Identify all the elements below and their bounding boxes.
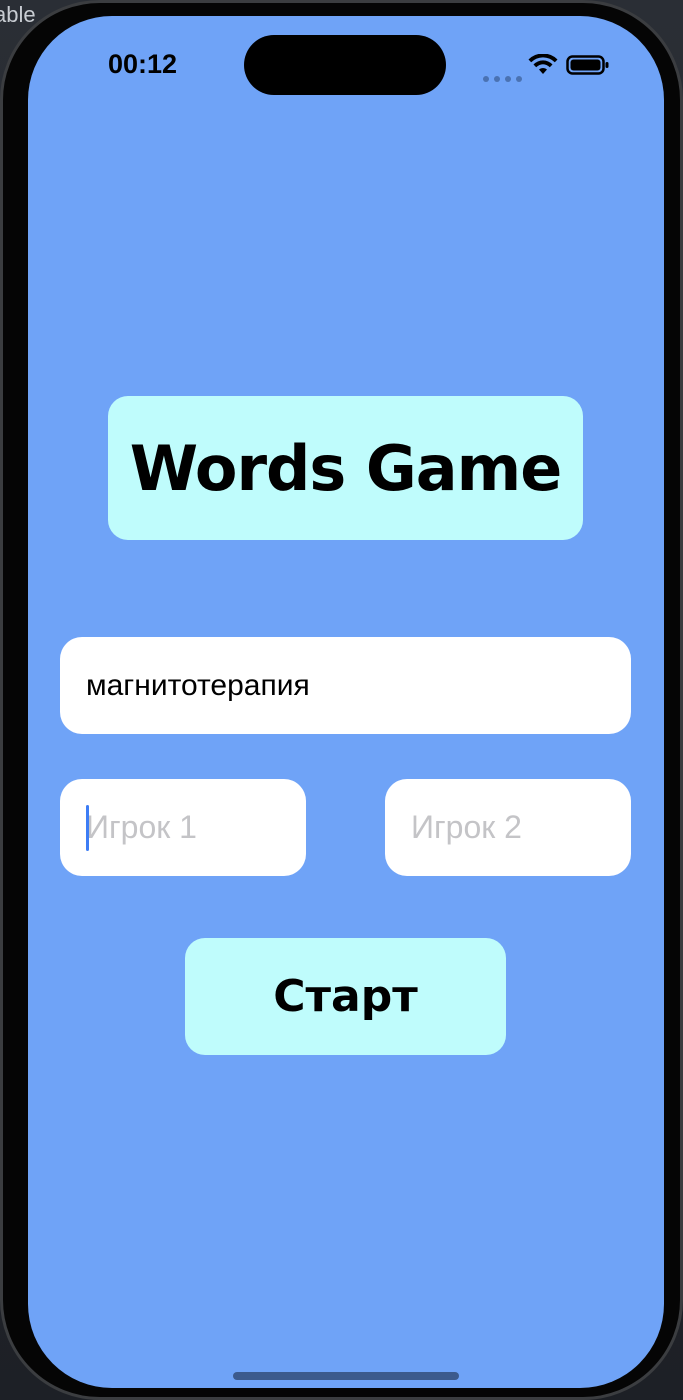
app-screen: 00:12 Words Game магнитотерапия Игрок 1 … (28, 16, 664, 1388)
battery-icon (566, 55, 609, 75)
status-time: 00:12 (108, 49, 178, 79)
start-button[interactable]: Старт (185, 938, 506, 1055)
player1-input[interactable]: Игрок 1 (60, 779, 306, 876)
text-caret (86, 805, 89, 851)
start-button-label: Старт (273, 971, 418, 1022)
status-bar: 00:12 (28, 16, 664, 106)
signal-dots-icon (483, 69, 528, 82)
dynamic-island (244, 35, 446, 95)
home-indicator[interactable] (233, 1372, 459, 1380)
player2-placeholder: Игрок 2 (411, 809, 522, 845)
player1-placeholder: Игрок 1 (86, 809, 197, 845)
word-input[interactable]: магнитотерапия (60, 637, 631, 734)
title-card: Words Game (108, 396, 583, 540)
app-title: Words Game (129, 431, 563, 505)
word-input-value: магнитотерапия (86, 668, 310, 702)
player2-input[interactable]: Игрок 2 (385, 779, 631, 876)
wifi-icon (528, 54, 558, 74)
